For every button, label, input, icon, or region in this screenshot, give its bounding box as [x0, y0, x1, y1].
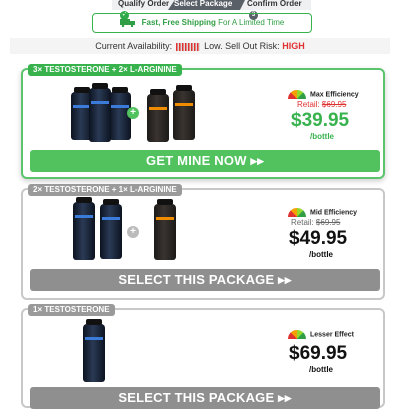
package-price: $39.95 [291, 110, 350, 131]
get-mine-now-button[interactable]: GET MINE NOW ▸▸ [30, 150, 380, 172]
efficiency-indicator: Max Efficiency [288, 90, 359, 100]
gauge-icon [288, 208, 306, 217]
availability-label: Current Availability: [95, 41, 173, 51]
per-bottle-label: /bottle [309, 250, 333, 259]
testosterone-bottle-image [89, 83, 111, 142]
checkout-steps: Qualify Order✓ Confirm Order3 Select Pac… [0, 0, 400, 21]
per-bottle-label: /bottle [310, 132, 334, 141]
availability-bar: Current Availability: Low. Sell Out Risk:… [10, 38, 390, 54]
select-package-button[interactable]: SELECT THIS PACKAGE ▸▸ [30, 269, 380, 291]
l-arginine-bottle-image [154, 199, 176, 260]
package-tag: 1× TESTOSTERONE [28, 304, 115, 316]
shipping-bold-text: Fast, Free Shipping [141, 18, 216, 27]
step-label: Select Package [174, 0, 233, 8]
retail-label: Retail: [291, 218, 314, 227]
free-shipping-banner: Fast, Free Shipping For A Limited Time [92, 13, 312, 33]
package-tag: 2× TESTOSTERONE + 1× L-ARGININE [28, 184, 182, 196]
retail-price-value: $69.95 [321, 100, 347, 109]
retail-price: Retail: $69.95 [297, 100, 346, 109]
step-confirm-order: Confirm Order3 [241, 0, 311, 21]
shipping-rest-text: For A Limited Time [218, 18, 285, 27]
per-bottle-label: /bottle [309, 365, 333, 374]
retail-label: Retail: [297, 100, 320, 109]
plus-icon: + [127, 226, 139, 238]
truck-icon [119, 18, 135, 27]
testosterone-bottle-image [83, 319, 105, 382]
package-card-2-1[interactable]: 2× TESTOSTERONE + 1× L-ARGININE + Mid Ef… [21, 184, 385, 300]
package-price: $49.95 [289, 228, 348, 249]
sellout-risk-value: HIGH [282, 41, 305, 51]
plus-icon: + [127, 107, 139, 119]
package-price: $69.95 [289, 343, 348, 364]
efficiency-label: Mid Efficiency [310, 209, 358, 217]
package-card-1[interactable]: 1× TESTOSTERONE Lesser Effect $69.95 /bo… [21, 304, 385, 409]
stock-level-icon [176, 42, 201, 51]
step-label: Qualify Order [118, 0, 170, 8]
testosterone-bottle-image [100, 199, 122, 259]
availability-level: Low. Sell Out Risk: [204, 41, 280, 51]
efficiency-indicator: Mid Efficiency [288, 208, 357, 218]
efficiency-indicator: Lesser Effect [288, 330, 354, 340]
package-tag: 3× TESTOSTERONE + 2× L-ARGININE [28, 64, 182, 76]
l-arginine-bottle-image [173, 85, 195, 140]
testosterone-bottle-image [73, 197, 95, 260]
efficiency-label: Max Efficiency [310, 91, 359, 99]
l-arginine-bottle-image [147, 89, 169, 142]
step-label: Confirm Order [247, 0, 302, 8]
gauge-icon [288, 330, 306, 339]
retail-price-value: $69.95 [315, 218, 341, 227]
gauge-icon [288, 90, 306, 99]
select-package-button[interactable]: SELECT THIS PACKAGE ▸▸ [30, 387, 380, 409]
retail-price: Retail: $69.95 [291, 218, 340, 227]
package-card-3-2[interactable]: 3× TESTOSTERONE + 2× L-ARGININE + Max Ef… [21, 64, 385, 179]
step-select-package: Select Package2 [168, 0, 246, 10]
efficiency-label: Lesser Effect [310, 331, 354, 339]
step-qualify-order: Qualify Order✓ [112, 0, 178, 21]
